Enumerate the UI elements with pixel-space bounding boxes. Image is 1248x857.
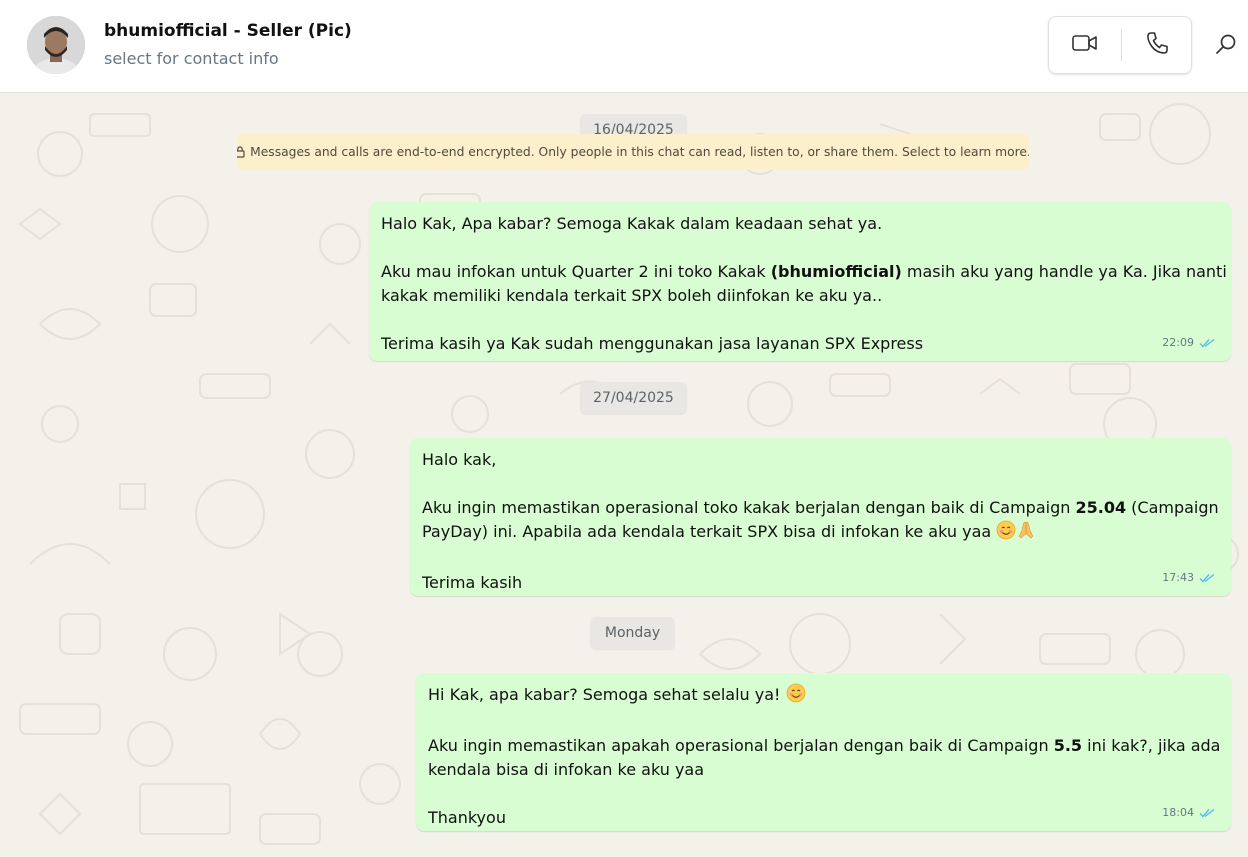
campaign-number: 5.5: [1053, 736, 1083, 755]
message-line-part: ini kak?, jika ada: [1082, 736, 1221, 755]
message-meta: 17:43: [1162, 566, 1215, 590]
chat-window: bhumiofficial - Seller (Pic) select for …: [0, 0, 1248, 857]
message-line: PayDay) ini. Apabila ada kendala terkait…: [422, 520, 1217, 547]
message-meta: 22:09: [1162, 331, 1215, 355]
outgoing-message[interactable]: Hi Kak, apa kabar? Semoga sehat selalu y…: [416, 673, 1231, 831]
voice-call-button[interactable]: [1121, 17, 1193, 73]
date-chip: 27/04/2025: [580, 382, 687, 414]
call-buttons-group: [1048, 16, 1192, 74]
message-line: kakak memiliki kendala terkait SPX boleh…: [381, 286, 883, 305]
message-line-part: Hi Kak, apa kabar? Semoga sehat selalu y…: [428, 685, 786, 704]
message-line-gap: [422, 547, 1217, 571]
message-line-gap: [381, 236, 1217, 260]
encryption-notice[interactable]: Messages and calls are end-to-end encryp…: [237, 134, 1029, 170]
message-time: 18:04: [1162, 806, 1194, 819]
message-line-gap: [428, 710, 1217, 734]
outgoing-message[interactable]: Halo Kak, Apa kabar? Semoga Kakak dalam …: [369, 202, 1231, 361]
read-receipt-icon: [1199, 573, 1215, 583]
message-line-gap: [381, 308, 1217, 332]
encryption-notice-text: Messages and calls are end-to-end encryp…: [250, 145, 1029, 159]
message-line-part: (Campaign: [1126, 498, 1219, 517]
message-line: Hi Kak, apa kabar? Semoga sehat selalu y…: [428, 683, 1217, 710]
message-time: 17:43: [1162, 571, 1194, 584]
video-call-icon: [1072, 33, 1098, 57]
contact-name[interactable]: bhumiofficial - Seller (Pic): [104, 21, 352, 41]
search-button[interactable]: [1208, 28, 1244, 64]
message-line-part: Aku ingin memastikan operasional toko ka…: [422, 498, 1076, 517]
campaign-number: 25.04: [1075, 498, 1127, 517]
message-list[interactable]: 16/04/2025 Messages and calls are end-to…: [0, 94, 1248, 857]
message-line-part: PayDay) ini. Apabila ada kendala terkait…: [422, 522, 997, 541]
message-line: Thankyou: [428, 808, 506, 827]
smiling-face-emoji-icon: [996, 520, 1016, 547]
read-receipt-icon: [1199, 808, 1215, 818]
message-line: Aku mau infokan untuk Quarter 2 ini toko…: [381, 260, 1227, 284]
voice-call-icon: [1146, 31, 1168, 59]
message-line-gap: [422, 472, 1217, 496]
outgoing-message[interactable]: Halo kak, Aku ingin memastikan operasion…: [410, 438, 1231, 596]
message-line-part: Aku ingin memastikan apakah operasional …: [428, 736, 1054, 755]
message-text: Halo kak, Aku ingin memastikan operasion…: [422, 448, 1219, 595]
store-name: (bhumiofficial): [770, 262, 902, 281]
folded-hands-emoji-icon: [1016, 520, 1036, 547]
message-line-part: masih aku yang handle ya Ka. Jika nanti: [901, 262, 1227, 281]
message-line: Aku ingin memastikan operasional toko ka…: [422, 496, 1219, 520]
contact-info-hint[interactable]: select for contact info: [104, 49, 279, 68]
message-line: Halo Kak, Apa kabar? Semoga Kakak dalam …: [381, 214, 883, 233]
message-line: Aku ingin memastikan apakah operasional …: [428, 734, 1221, 758]
search-icon: [1215, 33, 1237, 59]
message-line: kendala bisa di infokan ke aku yaa: [428, 760, 705, 779]
date-chip: Monday: [590, 617, 675, 649]
message-line-part: Aku mau infokan untuk Quarter 2 ini toko…: [381, 262, 771, 281]
smiling-face-emoji-icon: [786, 683, 806, 710]
video-call-button[interactable]: [1049, 17, 1121, 73]
chat-header[interactable]: bhumiofficial - Seller (Pic) select for …: [0, 0, 1248, 93]
read-receipt-icon: [1199, 338, 1215, 348]
message-line: Halo kak,: [422, 450, 497, 469]
message-meta: 18:04: [1162, 801, 1215, 825]
message-line-gap: [428, 782, 1217, 806]
contact-avatar[interactable]: [27, 16, 85, 74]
message-line: Terima kasih ya Kak sudah menggunakan ja…: [381, 334, 924, 353]
message-line: Terima kasih: [422, 573, 523, 592]
message-time: 22:09: [1162, 336, 1194, 349]
message-text: Hi Kak, apa kabar? Semoga sehat selalu y…: [428, 683, 1221, 830]
message-text: Halo Kak, Apa kabar? Semoga Kakak dalam …: [381, 212, 1227, 356]
lock-icon: [237, 146, 245, 158]
